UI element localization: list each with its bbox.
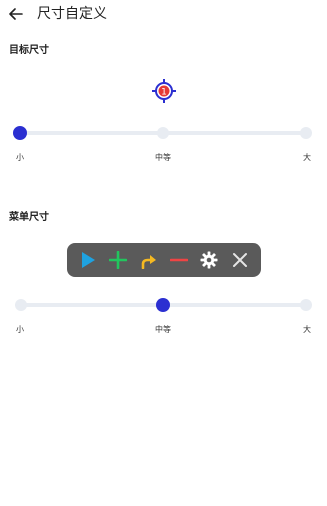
tick-small: 小	[16, 325, 24, 334]
slider-stop-large[interactable]	[300, 299, 312, 311]
slider-stop-medium[interactable]	[157, 127, 169, 139]
top-bar: 尺寸自定义	[0, 0, 327, 28]
tick-small: 小	[16, 153, 24, 162]
tick-large: 大	[303, 153, 311, 162]
back-button[interactable]	[6, 4, 26, 24]
slider-thumb[interactable]	[13, 126, 27, 140]
slider-thumb[interactable]	[156, 298, 170, 312]
minus-icon	[168, 249, 190, 271]
gear-icon	[198, 249, 220, 271]
crosshair-target-icon: 1	[152, 79, 176, 103]
menu-size-label: 菜单尺寸	[9, 212, 49, 223]
page-title: 尺寸自定义	[37, 6, 107, 22]
swipe-arrow-icon	[138, 249, 160, 271]
tick-large: 大	[303, 325, 311, 334]
arrow-left-icon	[9, 5, 23, 24]
menu-size-slider[interactable]	[14, 298, 314, 312]
target-size-slider[interactable]	[13, 126, 314, 140]
menu-preview-bar	[67, 243, 261, 277]
tick-medium: 中等	[155, 153, 171, 162]
play-icon	[77, 249, 99, 271]
target-size-label: 目标尺寸	[9, 45, 49, 56]
slider-stop-large[interactable]	[300, 127, 312, 139]
tick-medium: 中等	[155, 325, 171, 334]
size-customization-page: 尺寸自定义 目标尺寸 1 小 中等 大 菜单尺寸 小 中等 大	[0, 0, 327, 506]
target-preview: 1	[152, 79, 176, 103]
slider-stop-small[interactable]	[15, 299, 27, 311]
close-icon	[229, 249, 251, 271]
target-badge-number: 1	[161, 88, 167, 98]
plus-icon	[107, 249, 129, 271]
